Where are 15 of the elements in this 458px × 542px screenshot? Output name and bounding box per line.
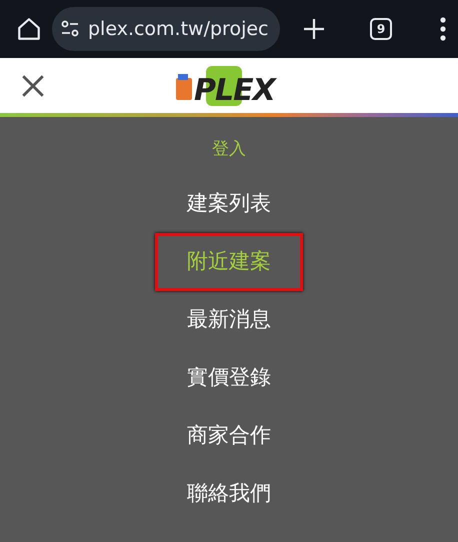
more-icon[interactable] — [440, 17, 446, 41]
address-bar[interactable]: plex.com.tw/projec — [52, 7, 280, 51]
menu-item[interactable]: 商家合作 — [155, 407, 303, 465]
home-icon[interactable] — [16, 16, 42, 42]
menu-item[interactable]: 最新消息 — [155, 291, 303, 349]
login-link[interactable]: 登入 — [212, 137, 246, 161]
menu-item[interactable]: 附近建案 — [155, 233, 303, 291]
plus-icon[interactable] — [302, 17, 326, 41]
menu-item[interactable]: 實價登錄 — [155, 349, 303, 407]
url-text: plex.com.tw/projec — [88, 16, 268, 42]
tab-count[interactable]: 9 — [370, 18, 392, 40]
menu-item[interactable]: 建案列表 — [155, 175, 303, 233]
menu-item[interactable]: 聯絡我們 — [155, 465, 303, 523]
close-icon[interactable] — [20, 72, 46, 98]
site-settings-icon — [60, 20, 80, 38]
